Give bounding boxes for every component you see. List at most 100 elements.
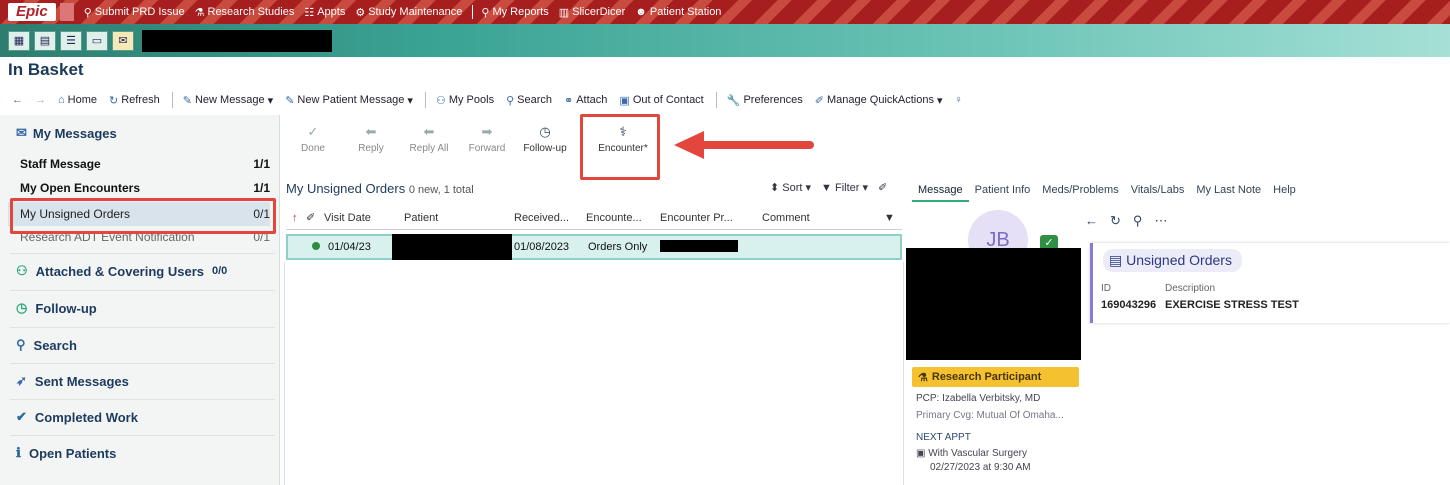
new-message-button[interactable]: ✎ New Message ▾: [183, 94, 273, 107]
label: SlicerDicer: [572, 6, 626, 18]
sign-icon[interactable]: ✐: [306, 211, 315, 224]
epic-logo[interactable]: Epic: [8, 3, 56, 21]
open-patients-section[interactable]: ℹ Open Patients: [10, 435, 275, 470]
tab-vitals-labs[interactable]: Vitals/Labs: [1125, 180, 1191, 202]
filter-button[interactable]: ▼ Filter ▾: [821, 181, 868, 194]
attach-icon: ⚭: [564, 94, 574, 107]
col-patient[interactable]: Patient: [404, 212, 438, 224]
completed-work-section[interactable]: ✔ Completed Work: [10, 399, 275, 434]
follow-up-button[interactable]: ◷ Follow-up: [516, 124, 574, 174]
epic-menu-caret[interactable]: [59, 3, 74, 21]
refresh-icon: ↻: [109, 94, 119, 107]
label: Attached & Covering Users: [35, 263, 204, 279]
dashboard-icon[interactable]: ▦: [8, 30, 30, 51]
epic-top-menu: Epic ⚲ Submit PRD Issue ⚗ Research Studies…: [0, 0, 1450, 24]
search-icon: ⚲: [16, 337, 26, 352]
out-of-contact-button[interactable]: ▣ Out of Contact: [619, 94, 703, 107]
tab-help[interactable]: Help: [1267, 180, 1302, 202]
chat-icon[interactable]: ▭: [86, 30, 108, 51]
sort-button[interactable]: ⬍ Sort ▾: [770, 181, 811, 194]
folder-my-open-encounters[interactable]: My Open Encounters 1/1: [20, 181, 270, 195]
col-comment[interactable]: Comment: [762, 212, 810, 224]
label: Reply: [358, 143, 384, 154]
attached-covering-users-section[interactable]: ⚇ Attached & Covering Users 0/0: [10, 253, 275, 288]
wrench-icon[interactable]: ✐: [878, 181, 887, 194]
column-filter-icon[interactable]: ▼: [884, 212, 895, 224]
reply-all-icon: ⬅: [423, 124, 435, 139]
research-icon: ⚗: [194, 6, 205, 19]
received-cell: 01/08/2023: [514, 241, 570, 253]
appt-line1[interactable]: ▣ With Vascular Surgery: [916, 448, 1027, 459]
reply-button[interactable]: ⬅ Reply: [342, 124, 400, 174]
refresh-icon[interactable]: ↻: [1110, 213, 1121, 229]
submit-prd-issue-link[interactable]: ⚲ Submit PRD Issue: [84, 6, 185, 19]
wand-icon: ✐: [814, 94, 824, 107]
preferences-button[interactable]: 🔧 Preferences: [727, 94, 803, 107]
status-dot: [312, 242, 320, 250]
appts-link[interactable]: ☷ Appts: [304, 6, 345, 19]
people-icon: ☷: [304, 6, 315, 19]
slicerdicer-link[interactable]: ▥ SlicerDicer: [559, 6, 626, 19]
lightbulb-icon[interactable]: ♀: [955, 94, 963, 106]
calendar-icon: ▣: [916, 448, 926, 459]
sent-messages-section[interactable]: ➶ Sent Messages: [10, 363, 275, 398]
label: New Message: [194, 94, 265, 106]
research-participant-badge[interactable]: ⚗ Research Participant: [912, 367, 1079, 387]
inbox-icon: ✉: [16, 125, 27, 140]
home-button[interactable]: ⌂ Home: [58, 94, 97, 106]
list-icon[interactable]: ☰: [60, 30, 82, 51]
back-icon[interactable]: ←: [1085, 213, 1098, 229]
search-section[interactable]: ⚲ Search: [10, 327, 275, 362]
forward-button[interactable]: ➡ Forward: [458, 124, 516, 174]
col-visit-date[interactable]: Visit Date: [324, 212, 371, 224]
col-encounter[interactable]: Encounte...: [586, 212, 642, 224]
order-description[interactable]: EXERCISE STRESS TEST: [1165, 299, 1299, 311]
done-button[interactable]: ✓ Done: [284, 124, 342, 174]
calendar-icon[interactable]: ▤: [34, 30, 56, 51]
col-received[interactable]: Received...: [514, 212, 569, 224]
tab-meds-problems[interactable]: Meds/Problems: [1036, 180, 1124, 202]
id-label: ID: [1101, 283, 1111, 294]
table-row[interactable]: 01/04/23 01/08/2023 Orders Only: [286, 234, 902, 260]
manage-quickactions-button[interactable]: ✐ Manage QuickActions ▾: [815, 94, 943, 107]
detail-toolbar: ← ↻ ⚲ ⋯: [1085, 213, 1167, 229]
my-pools-button[interactable]: ⚇ My Pools: [436, 94, 494, 107]
label: Open Patients: [28, 445, 117, 461]
visit-date-cell: 01/04/23: [312, 241, 371, 253]
pcp-line: PCP: Izabella Verbitsky, MD: [916, 393, 1041, 404]
tab-message[interactable]: Message: [912, 180, 969, 202]
list-title: My Unsigned Orders 0 new, 1 total: [286, 181, 474, 196]
card-title-text: Unsigned Orders: [1126, 252, 1232, 268]
my-reports-link[interactable]: ⚲ My Reports: [481, 6, 548, 19]
new-patient-message-button[interactable]: ✎ New Patient Message ▾: [285, 94, 413, 107]
zoom-icon[interactable]: ⚲: [1133, 213, 1143, 229]
more-icon[interactable]: ⋯: [1154, 213, 1167, 229]
reply-all-button[interactable]: ⬅ Reply All: [400, 124, 458, 174]
label: Preferences: [743, 94, 803, 106]
check-icon: ✓: [307, 124, 319, 139]
label: Done: [301, 143, 325, 154]
back-button[interactable]: ←: [12, 94, 23, 106]
patient-station-link[interactable]: ☻ Patient Station: [635, 6, 721, 18]
research-studies-link[interactable]: ⚗ Research Studies: [195, 6, 295, 19]
search-button[interactable]: ⚲ Search: [506, 94, 552, 107]
inbox-icon[interactable]: ✉: [112, 30, 134, 51]
study-maintenance-link[interactable]: ⚙ Study Maintenance: [355, 6, 462, 19]
tab-patient-info[interactable]: Patient Info: [969, 180, 1037, 202]
follow-up-section[interactable]: ◷ Follow-up: [10, 290, 275, 325]
order-id[interactable]: 169043296: [1101, 299, 1156, 311]
follow-up-icon: ◷: [539, 124, 551, 139]
label: Research Studies: [207, 6, 295, 18]
col-encounter-provider[interactable]: Encounter Pr...: [660, 212, 733, 224]
label: Refresh: [121, 94, 160, 106]
forward-button[interactable]: →: [35, 94, 46, 106]
refresh-button[interactable]: ↻ Refresh: [109, 94, 160, 107]
divider: [472, 5, 474, 19]
tab-my-last-note[interactable]: My Last Note: [1190, 180, 1267, 202]
my-messages-header[interactable]: ✉ My Messages: [16, 125, 117, 141]
folder-staff-message[interactable]: Staff Message 1/1: [20, 157, 270, 171]
priority-icon[interactable]: ↑: [292, 212, 298, 224]
count: 1/1: [253, 181, 270, 195]
attach-button[interactable]: ⚭ Attach: [564, 94, 607, 107]
label: Attach: [576, 94, 608, 106]
